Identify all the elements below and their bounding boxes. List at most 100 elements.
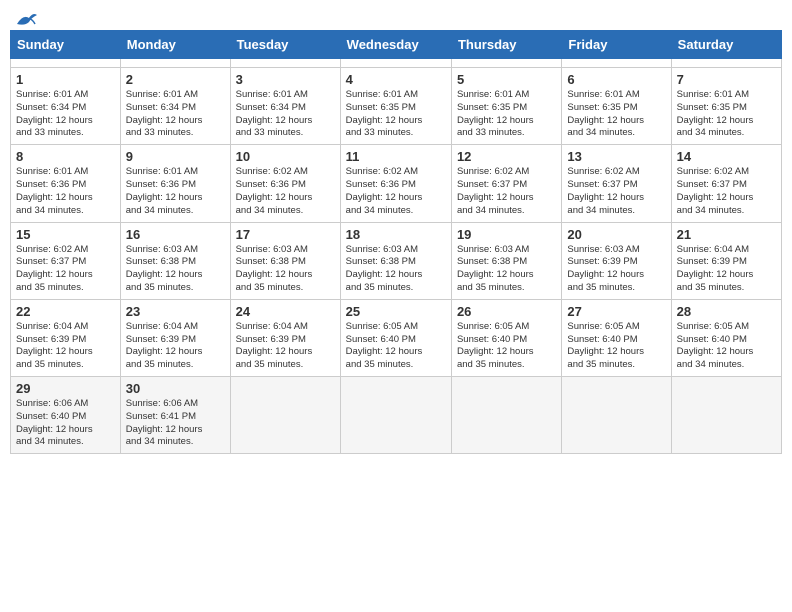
calendar-cell: 27 Sunrise: 6:05 AM Sunset: 6:40 PM Dayli… — [562, 299, 671, 376]
day-info: Sunrise: 6:01 AM Sunset: 6:36 PM Dayligh… — [16, 166, 115, 217]
day-info: Sunrise: 6:03 AM Sunset: 6:38 PM Dayligh… — [126, 244, 225, 295]
day-info: Sunrise: 6:02 AM Sunset: 6:37 PM Dayligh… — [567, 166, 665, 217]
calendar-cell: 8 Sunrise: 6:01 AM Sunset: 6:36 PM Daylig… — [11, 145, 121, 222]
day-number: 7 — [677, 72, 776, 87]
calendar-cell — [451, 377, 561, 454]
weekday-header-monday: Monday — [120, 31, 230, 59]
calendar-cell: 1 Sunrise: 6:01 AM Sunset: 6:34 PM Daylig… — [11, 68, 121, 145]
calendar-cell: 3 Sunrise: 6:01 AM Sunset: 6:34 PM Daylig… — [230, 68, 340, 145]
day-number: 21 — [677, 227, 776, 242]
day-number: 15 — [16, 227, 115, 242]
day-number: 6 — [567, 72, 665, 87]
day-info: Sunrise: 6:03 AM Sunset: 6:38 PM Dayligh… — [236, 244, 335, 295]
calendar-cell — [562, 377, 671, 454]
calendar-cell: 7 Sunrise: 6:01 AM Sunset: 6:35 PM Daylig… — [671, 68, 781, 145]
day-info: Sunrise: 6:01 AM Sunset: 6:35 PM Dayligh… — [346, 89, 446, 140]
calendar-cell — [340, 377, 451, 454]
logo-bird-icon — [15, 10, 37, 28]
day-info: Sunrise: 6:01 AM Sunset: 6:35 PM Dayligh… — [457, 89, 556, 140]
day-info: Sunrise: 6:05 AM Sunset: 6:40 PM Dayligh… — [567, 321, 665, 372]
day-number: 23 — [126, 304, 225, 319]
day-number: 28 — [677, 304, 776, 319]
day-number: 11 — [346, 149, 446, 164]
calendar-cell: 14Sunrise: 6:02 AM Sunset: 6:37 PM Dayli… — [671, 145, 781, 222]
day-number: 19 — [457, 227, 556, 242]
calendar-cell — [120, 59, 230, 68]
calendar-cell: 20 Sunrise: 6:03 AM Sunset: 6:39 PM Dayli… — [562, 222, 671, 299]
weekday-header-sunday: Sunday — [11, 31, 121, 59]
calendar-cell: 19 Sunrise: 6:03 AM Sunset: 6:38 PM Dayli… — [451, 222, 561, 299]
day-number: 18 — [346, 227, 446, 242]
day-info: Sunrise: 6:04 AM Sunset: 6:39 PM Dayligh… — [126, 321, 225, 372]
calendar-cell: 22Sunrise: 6:04 AM Sunset: 6:39 PM Dayli… — [11, 299, 121, 376]
day-number: 30 — [126, 381, 225, 396]
calendar-cell — [230, 59, 340, 68]
calendar-cell: 26 Sunrise: 6:05 AM Sunset: 6:40 PM Dayli… — [451, 299, 561, 376]
calendar-cell: 23 Sunrise: 6:04 AM Sunset: 6:39 PM Dayli… — [120, 299, 230, 376]
day-info: Sunrise: 6:01 AM Sunset: 6:35 PM Dayligh… — [677, 89, 776, 140]
calendar-cell — [340, 59, 451, 68]
calendar-cell: 11 Sunrise: 6:02 AM Sunset: 6:36 PM Dayli… — [340, 145, 451, 222]
day-number: 4 — [346, 72, 446, 87]
day-info: Sunrise: 6:01 AM Sunset: 6:34 PM Dayligh… — [236, 89, 335, 140]
day-number: 25 — [346, 304, 446, 319]
calendar-cell: 30 Sunrise: 6:06 AM Sunset: 6:41 PM Dayli… — [120, 377, 230, 454]
day-info: Sunrise: 6:02 AM Sunset: 6:37 PM Dayligh… — [16, 244, 115, 295]
calendar-cell — [671, 59, 781, 68]
day-number: 26 — [457, 304, 556, 319]
calendar-cell: 29Sunrise: 6:06 AM Sunset: 6:40 PM Dayli… — [11, 377, 121, 454]
calendar-cell: 5 Sunrise: 6:01 AM Sunset: 6:35 PM Daylig… — [451, 68, 561, 145]
day-number: 9 — [126, 149, 225, 164]
calendar-cell — [562, 59, 671, 68]
day-info: Sunrise: 6:01 AM Sunset: 6:35 PM Dayligh… — [567, 89, 665, 140]
calendar-cell: 13 Sunrise: 6:02 AM Sunset: 6:37 PM Dayli… — [562, 145, 671, 222]
calendar-cell — [230, 377, 340, 454]
calendar-cell: 2Sunrise: 6:01 AM Sunset: 6:34 PM Daylig… — [120, 68, 230, 145]
calendar-cell: 10 Sunrise: 6:02 AM Sunset: 6:36 PM Dayli… — [230, 145, 340, 222]
day-info: Sunrise: 6:03 AM Sunset: 6:39 PM Dayligh… — [567, 244, 665, 295]
day-number: 24 — [236, 304, 335, 319]
day-number: 10 — [236, 149, 335, 164]
weekday-header-saturday: Saturday — [671, 31, 781, 59]
day-number: 2 — [126, 72, 225, 87]
day-info: Sunrise: 6:02 AM Sunset: 6:36 PM Dayligh… — [346, 166, 446, 217]
calendar-cell: 17 Sunrise: 6:03 AM Sunset: 6:38 PM Dayli… — [230, 222, 340, 299]
day-number: 8 — [16, 149, 115, 164]
page-header — [10, 10, 782, 22]
day-number: 27 — [567, 304, 665, 319]
day-info: Sunrise: 6:02 AM Sunset: 6:36 PM Dayligh… — [236, 166, 335, 217]
day-info: Sunrise: 6:01 AM Sunset: 6:34 PM Dayligh… — [16, 89, 115, 140]
calendar-cell: 25 Sunrise: 6:05 AM Sunset: 6:40 PM Dayli… — [340, 299, 451, 376]
calendar-cell: 24 Sunrise: 6:04 AM Sunset: 6:39 PM Dayli… — [230, 299, 340, 376]
weekday-header-thursday: Thursday — [451, 31, 561, 59]
day-info: Sunrise: 6:04 AM Sunset: 6:39 PM Dayligh… — [677, 244, 776, 295]
day-number: 5 — [457, 72, 556, 87]
day-number: 3 — [236, 72, 335, 87]
day-info: Sunrise: 6:02 AM Sunset: 6:37 PM Dayligh… — [457, 166, 556, 217]
day-info: Sunrise: 6:05 AM Sunset: 6:40 PM Dayligh… — [346, 321, 446, 372]
calendar-cell: 15 Sunrise: 6:02 AM Sunset: 6:37 PM Dayli… — [11, 222, 121, 299]
day-number: 29 — [16, 381, 115, 396]
weekday-header-friday: Friday — [562, 31, 671, 59]
calendar-cell: 6 Sunrise: 6:01 AM Sunset: 6:35 PM Daylig… — [562, 68, 671, 145]
day-info: Sunrise: 6:04 AM Sunset: 6:39 PM Dayligh… — [236, 321, 335, 372]
calendar-cell: 21 Sunrise: 6:04 AM Sunset: 6:39 PM Dayli… — [671, 222, 781, 299]
calendar-cell: 12Sunrise: 6:02 AM Sunset: 6:37 PM Dayli… — [451, 145, 561, 222]
calendar-cell: 9Sunrise: 6:01 AM Sunset: 6:36 PM Daylig… — [120, 145, 230, 222]
calendar-cell: 16 Sunrise: 6:03 AM Sunset: 6:38 PM Dayli… — [120, 222, 230, 299]
day-info: Sunrise: 6:05 AM Sunset: 6:40 PM Dayligh… — [457, 321, 556, 372]
day-info: Sunrise: 6:03 AM Sunset: 6:38 PM Dayligh… — [457, 244, 556, 295]
calendar-cell — [451, 59, 561, 68]
day-info: Sunrise: 6:05 AM Sunset: 6:40 PM Dayligh… — [677, 321, 776, 372]
day-number: 20 — [567, 227, 665, 242]
logo — [14, 14, 37, 22]
calendar-cell — [11, 59, 121, 68]
weekday-header-tuesday: Tuesday — [230, 31, 340, 59]
day-number: 16 — [126, 227, 225, 242]
day-number: 1 — [16, 72, 115, 87]
day-info: Sunrise: 6:06 AM Sunset: 6:41 PM Dayligh… — [126, 398, 225, 449]
day-number: 17 — [236, 227, 335, 242]
day-number: 13 — [567, 149, 665, 164]
day-number: 14 — [677, 149, 776, 164]
day-number: 22 — [16, 304, 115, 319]
